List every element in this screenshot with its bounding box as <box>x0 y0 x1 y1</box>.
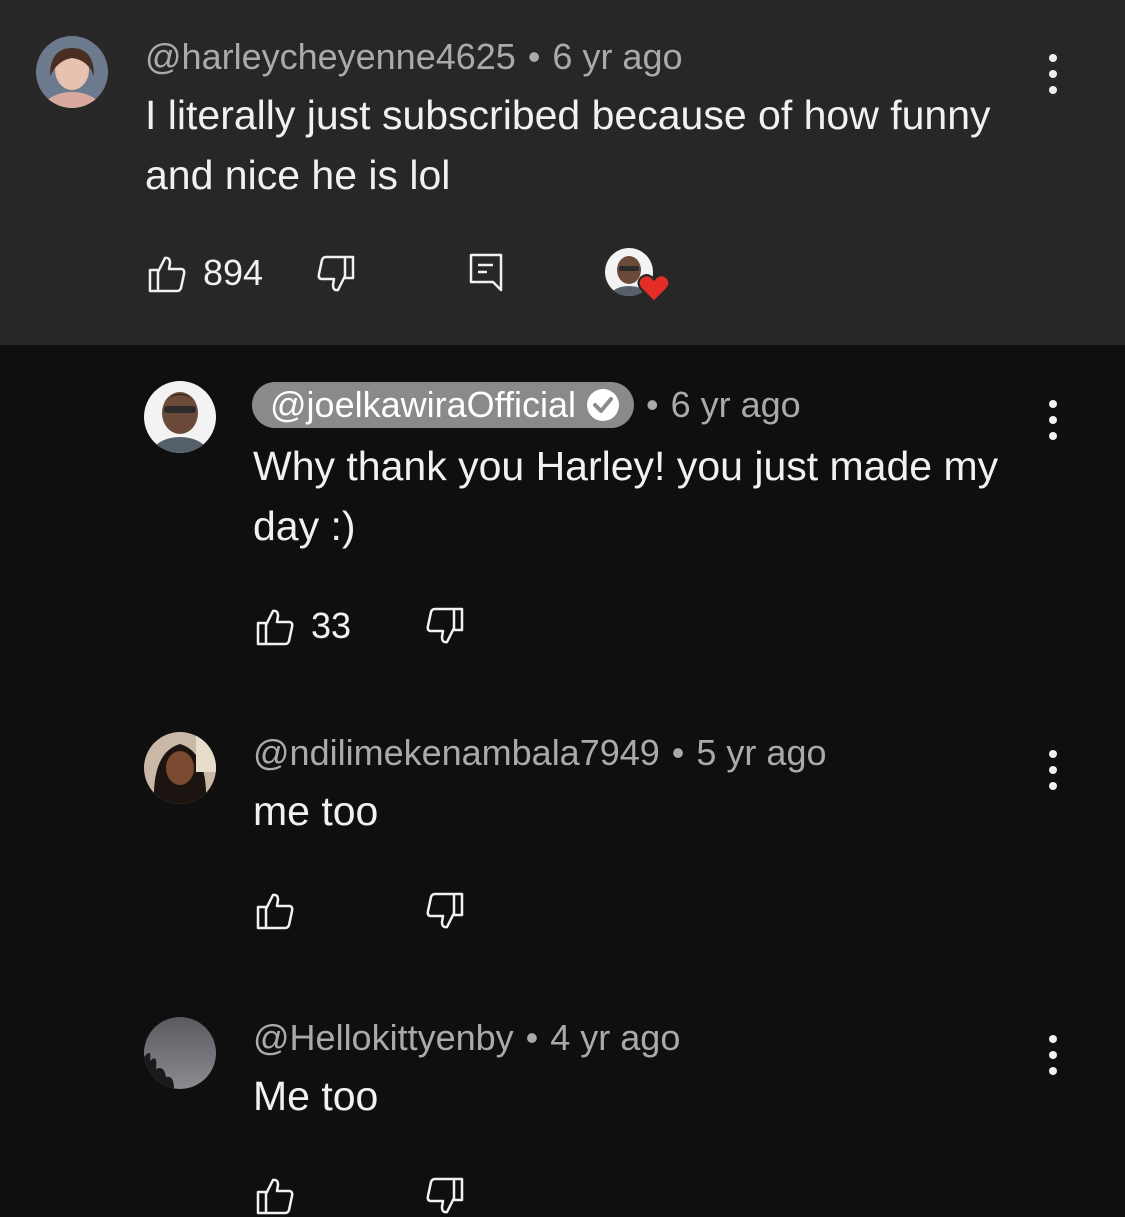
user-avatar-icon <box>144 732 216 804</box>
like-button[interactable]: 894 <box>147 252 263 294</box>
comment-author: @joelkawiraOfficial <box>270 384 576 425</box>
thumbs-down-icon <box>426 892 464 929</box>
comment-text: I literally just subscribed because of h… <box>145 92 991 198</box>
creator-heart-icon <box>637 274 671 304</box>
like-button[interactable] <box>255 890 311 930</box>
avatar[interactable] <box>144 732 216 804</box>
comment-timestamp[interactable]: 6 yr ago <box>552 36 682 78</box>
comment-timestamp[interactable]: 5 yr ago <box>696 732 826 774</box>
comment-author[interactable]: @ndilimekenambala7949 <box>253 732 660 774</box>
dislike-button[interactable] <box>425 607 465 647</box>
comment-text: Me too <box>253 1073 379 1119</box>
user-avatar-icon <box>36 36 108 108</box>
comment-text: Why thank you Harley! you just made my d… <box>253 443 999 549</box>
more-options-icon[interactable] <box>1043 1035 1063 1075</box>
channel-owner-badge[interactable]: @joelkawiraOfficial <box>252 382 634 428</box>
avatar[interactable] <box>144 1017 216 1089</box>
thumbs-up-icon <box>148 256 186 293</box>
like-count: 894 <box>203 252 264 293</box>
comment-meta: @harleycheyenne4625 • 6 yr ago <box>145 36 683 78</box>
verified-check-icon <box>586 389 619 421</box>
thumbs-down-icon <box>426 607 464 644</box>
like-count: 33 <box>311 605 352 646</box>
meta-separator: • <box>525 1017 539 1058</box>
thumbs-up-icon <box>256 609 294 646</box>
comment-meta: @Hellokittyenby • 4 yr ago <box>253 1017 680 1059</box>
thumbs-down-icon <box>317 255 355 292</box>
dislike-button[interactable] <box>425 1177 465 1217</box>
comment-author[interactable]: @Hellokittyenby <box>253 1017 514 1059</box>
comment-author[interactable]: @harleycheyenne4625 <box>145 36 516 78</box>
comment-timestamp[interactable]: 6 yr ago <box>671 384 801 426</box>
thumbs-up-icon <box>256 893 294 930</box>
creator-heart-badge <box>605 248 671 306</box>
comment-meta: @ndilimekenambala7949 • 5 yr ago <box>253 732 826 774</box>
user-avatar-icon <box>144 1017 216 1089</box>
comment-meta: @joelkawiraOfficial • 6 yr ago <box>252 382 801 428</box>
meta-separator: • <box>645 384 659 425</box>
avatar[interactable] <box>144 381 216 453</box>
more-options-icon[interactable] <box>1043 750 1063 790</box>
dislike-button[interactable] <box>425 892 465 932</box>
comment-timestamp[interactable]: 4 yr ago <box>550 1017 680 1059</box>
meta-separator: • <box>527 36 541 77</box>
avatar[interactable] <box>36 36 108 108</box>
more-options-icon[interactable] <box>1043 400 1063 440</box>
thumbs-up-icon <box>256 1178 294 1215</box>
dislike-button[interactable] <box>316 255 356 295</box>
reply-button[interactable] <box>466 252 506 292</box>
reply-icon <box>469 253 503 292</box>
user-avatar-icon <box>144 381 216 453</box>
meta-separator: • <box>671 732 685 773</box>
thumbs-down-icon <box>426 1177 464 1214</box>
more-options-icon[interactable] <box>1043 54 1063 94</box>
like-button[interactable] <box>255 1175 311 1215</box>
like-button[interactable]: 33 <box>255 605 351 647</box>
comment-text: me too <box>253 788 379 834</box>
